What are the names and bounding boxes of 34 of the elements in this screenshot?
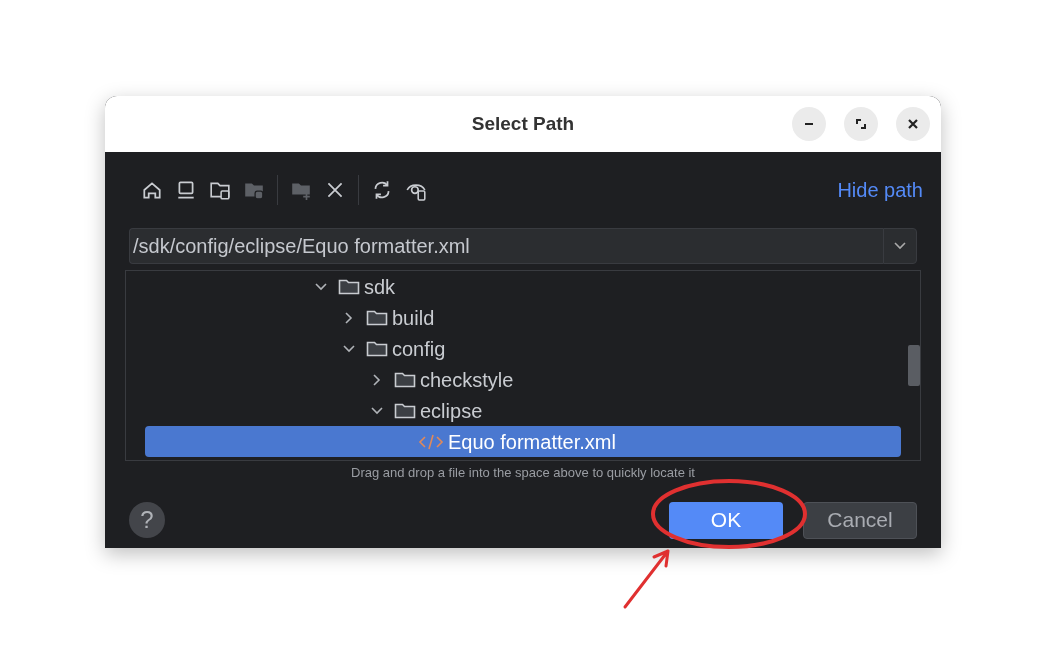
dropdown-button[interactable] <box>883 228 917 264</box>
tree-row[interactable]: build <box>145 302 901 333</box>
maximize-button[interactable] <box>844 107 878 141</box>
folder-icon <box>338 277 360 296</box>
folder-icon <box>394 401 416 420</box>
tree-row[interactable]: checkstyle <box>145 364 901 395</box>
window-title: Select Path <box>471 111 575 136</box>
tree-item-label: eclipse <box>420 398 483 424</box>
scrollbar-thumb[interactable] <box>908 345 920 386</box>
annotation-arrow <box>622 547 672 610</box>
minimize-icon <box>804 122 814 126</box>
path-field[interactable]: /sdk/config/eclipse/Equo formatter.xml <box>129 228 883 264</box>
tree-item-label: sdk <box>364 274 396 300</box>
drag-drop-hint: Drag and drop a file into the space above to quickly locate it <box>350 464 696 482</box>
folder-icon <box>366 339 388 358</box>
folder-icon <box>394 370 416 389</box>
tree-item-label: build <box>392 305 435 331</box>
monitor-icon[interactable] <box>175 179 197 201</box>
tree-row[interactable]: config <box>145 333 901 364</box>
close-icon <box>907 118 919 130</box>
tree-row[interactable]: eclipse <box>145 395 901 426</box>
folder-icon <box>366 308 388 327</box>
cancel-button[interactable]: Cancel <box>803 501 917 539</box>
tree-row[interactable]: Equo formatter.xml <box>145 426 901 457</box>
maximize-icon <box>855 118 867 130</box>
help-button[interactable]: ? <box>129 502 165 538</box>
chevron-down-icon <box>894 242 906 250</box>
tree-item-label: config <box>392 336 446 362</box>
close-button[interactable] <box>896 107 930 141</box>
hide-path-link[interactable]: Hide path <box>837 175 923 205</box>
code-icon <box>418 432 444 451</box>
tree-item-label: Equo formatter.xml <box>448 429 616 455</box>
tree-item-label: checkstyle <box>420 367 514 393</box>
tree-row[interactable]: sdk <box>145 271 901 302</box>
